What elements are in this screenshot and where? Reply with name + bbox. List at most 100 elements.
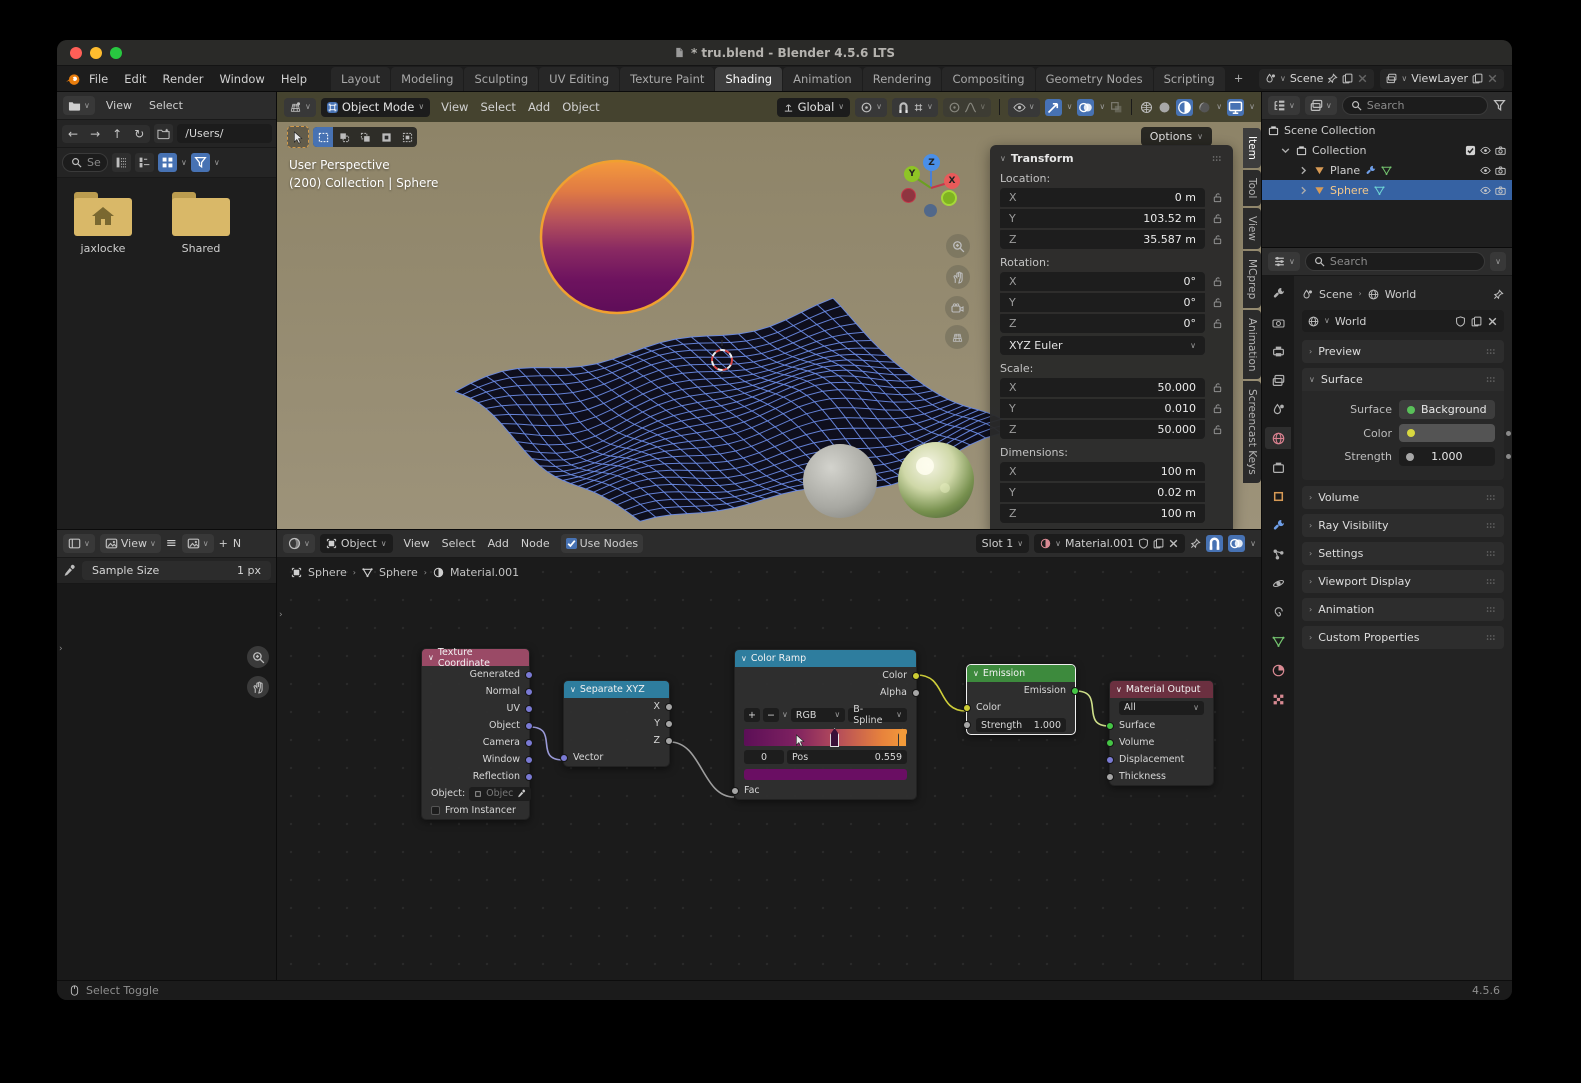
editor-type-button[interactable]: ∨: [284, 98, 316, 117]
mode-dropdown[interactable]: Object Mode∨: [321, 98, 430, 117]
display-mode-dropdown[interactable]: ∨: [1305, 96, 1337, 115]
remove-stop-button[interactable]: −: [763, 708, 779, 722]
dimensions-x-field[interactable]: X100 m: [1000, 462, 1205, 481]
viewport-pan-button[interactable]: [946, 265, 970, 289]
panel-ray-visibility[interactable]: ›Ray Visibility: [1302, 514, 1504, 537]
socket[interactable]: [525, 739, 533, 747]
ramp-specials-dropdown[interactable]: ∨: [782, 711, 788, 719]
properties-tab-particles[interactable]: [1265, 543, 1291, 565]
interpolation-dropdown[interactable]: B-Spline∨: [848, 708, 907, 722]
hide-in-viewport-toggle[interactable]: [1480, 165, 1491, 176]
stop-index-field[interactable]: 0: [744, 750, 784, 764]
socket[interactable]: [665, 737, 673, 745]
lock-icon[interactable]: [1212, 318, 1223, 329]
animate-dot[interactable]: [1506, 454, 1511, 459]
viewlayer-selector[interactable]: ∨ ViewLayer: [1380, 69, 1504, 89]
sample-size-field[interactable]: Sample Size 1 px: [82, 561, 271, 580]
emission-strength-field[interactable]: Strength1.000: [976, 718, 1066, 732]
minimize-window-button[interactable]: [90, 47, 102, 59]
display-vertical-list-button[interactable]: [112, 153, 131, 172]
properties-tab-texture[interactable]: [1265, 688, 1291, 710]
shading-solid-button[interactable]: [1158, 101, 1171, 114]
viewport-canvas[interactable]: User Perspective (200) Collection | Sphe…: [277, 122, 1262, 530]
copy-icon[interactable]: [1153, 538, 1164, 549]
copy-icon[interactable]: [1342, 73, 1353, 84]
display-mode-dropdown[interactable]: ∨: [181, 159, 187, 167]
select-box-tool[interactable]: [287, 126, 309, 148]
editor-type-button[interactable]: ∨: [63, 534, 95, 553]
output-target-dropdown[interactable]: All∨: [1119, 701, 1204, 715]
panel-animation[interactable]: ›Animation: [1302, 598, 1504, 621]
menu-file[interactable]: File: [81, 69, 116, 89]
socket[interactable]: [525, 705, 533, 713]
node-material-output[interactable]: ∨ Material Output All∨ SurfaceVolumeDisp…: [1109, 680, 1214, 786]
disable-in-renders-toggle[interactable]: [1495, 165, 1506, 176]
exclude-checkbox[interactable]: [1465, 145, 1476, 156]
overlays-toggle[interactable]: [1228, 535, 1245, 552]
properties-tab-view-layer[interactable]: [1265, 369, 1291, 391]
image-editor-canvas[interactable]: ›: [57, 584, 277, 980]
fb-menu-select[interactable]: Select: [143, 97, 189, 114]
properties-tab-object[interactable]: [1265, 485, 1291, 507]
node-emission[interactable]: ∨ Emission Emission Color Strength1.000: [966, 664, 1076, 735]
add-stop-button[interactable]: +: [744, 708, 760, 722]
collapse-chevron-icon[interactable]: ∨: [973, 670, 979, 678]
region-expand-chevron[interactable]: ›: [279, 610, 283, 620]
shader-menu-select[interactable]: Select: [436, 535, 482, 552]
sidebar-tab-view[interactable]: View: [1243, 208, 1261, 249]
properties-tab-material[interactable]: [1265, 659, 1291, 681]
from-instancer-checkbox[interactable]: [431, 806, 440, 815]
visibility-dropdown[interactable]: ∨: [1008, 98, 1040, 117]
viewport-menu-add[interactable]: Add: [522, 98, 556, 116]
eyedropper-icon[interactable]: [517, 789, 526, 798]
pan-button[interactable]: [247, 676, 269, 698]
render-pass-dropdown[interactable]: ∨: [1249, 103, 1255, 111]
navigation-gizmo[interactable]: Z Y X: [895, 150, 967, 222]
axis-y-negative[interactable]: [941, 190, 957, 206]
world-strength-field[interactable]: 1.000: [1399, 447, 1495, 466]
mesh-object-icon[interactable]: [1314, 185, 1325, 196]
collapse-chevron-icon[interactable]: [1298, 185, 1309, 196]
collapse-chevron-icon[interactable]: ∨: [741, 655, 747, 663]
snap-toggle[interactable]: ∨: [892, 98, 938, 117]
breadcrumb-item[interactable]: Sphere: [308, 566, 347, 579]
surface-shader-button[interactable]: Background: [1399, 400, 1495, 419]
pivot-point-dropdown[interactable]: ∨: [855, 98, 887, 117]
back-button[interactable]: ←: [62, 125, 84, 143]
mesh-object-icon[interactable]: [1314, 165, 1325, 176]
axis-y-positive[interactable]: Y: [904, 166, 920, 182]
region-expand-chevron[interactable]: ›: [59, 644, 63, 654]
panel-custom-properties[interactable]: ›Custom Properties: [1302, 626, 1504, 649]
zoom-window-button[interactable]: [110, 47, 122, 59]
properties-tab-collection[interactable]: [1265, 456, 1291, 478]
display-horizontal-list-button[interactable]: [135, 153, 154, 172]
socket[interactable]: [1106, 756, 1114, 764]
workspace-tab-compositing[interactable]: Compositing: [942, 67, 1034, 92]
sidebar-tab-tool[interactable]: Tool: [1243, 170, 1261, 206]
color-mode-dropdown[interactable]: RGB∨: [791, 708, 845, 722]
lock-icon[interactable]: [1212, 192, 1223, 203]
close-window-button[interactable]: [70, 47, 82, 59]
lock-icon[interactable]: [1212, 213, 1223, 224]
outliner-item-collection[interactable]: Collection: [1262, 140, 1512, 160]
workspace-tab-layout[interactable]: Layout: [331, 67, 390, 92]
lock-icon[interactable]: [1212, 276, 1223, 287]
lock-icon[interactable]: [1212, 297, 1223, 308]
panel-settings[interactable]: ›Settings: [1302, 542, 1504, 565]
collapse-chevron-icon[interactable]: ∨: [570, 686, 576, 694]
disable-in-renders-toggle[interactable]: [1495, 185, 1506, 196]
axis-z-positive[interactable]: Z: [923, 154, 940, 171]
socket[interactable]: [1106, 773, 1114, 781]
menu-render[interactable]: Render: [155, 69, 212, 89]
workspace-tab-animation[interactable]: Animation: [783, 67, 862, 92]
workspace-tab-uv-editing[interactable]: UV Editing: [539, 67, 619, 92]
properties-tab-scene[interactable]: [1265, 398, 1291, 420]
socket[interactable]: [665, 720, 673, 728]
close-icon[interactable]: [1168, 538, 1179, 549]
socket[interactable]: [525, 756, 533, 764]
viewport-camera-button[interactable]: [945, 296, 969, 320]
collapse-chevron-icon[interactable]: [1298, 165, 1309, 176]
panel-volume[interactable]: ›Volume: [1302, 486, 1504, 509]
transform-orientation-dropdown[interactable]: Global∨: [777, 98, 851, 117]
breadcrumb-world[interactable]: World: [1385, 288, 1417, 301]
